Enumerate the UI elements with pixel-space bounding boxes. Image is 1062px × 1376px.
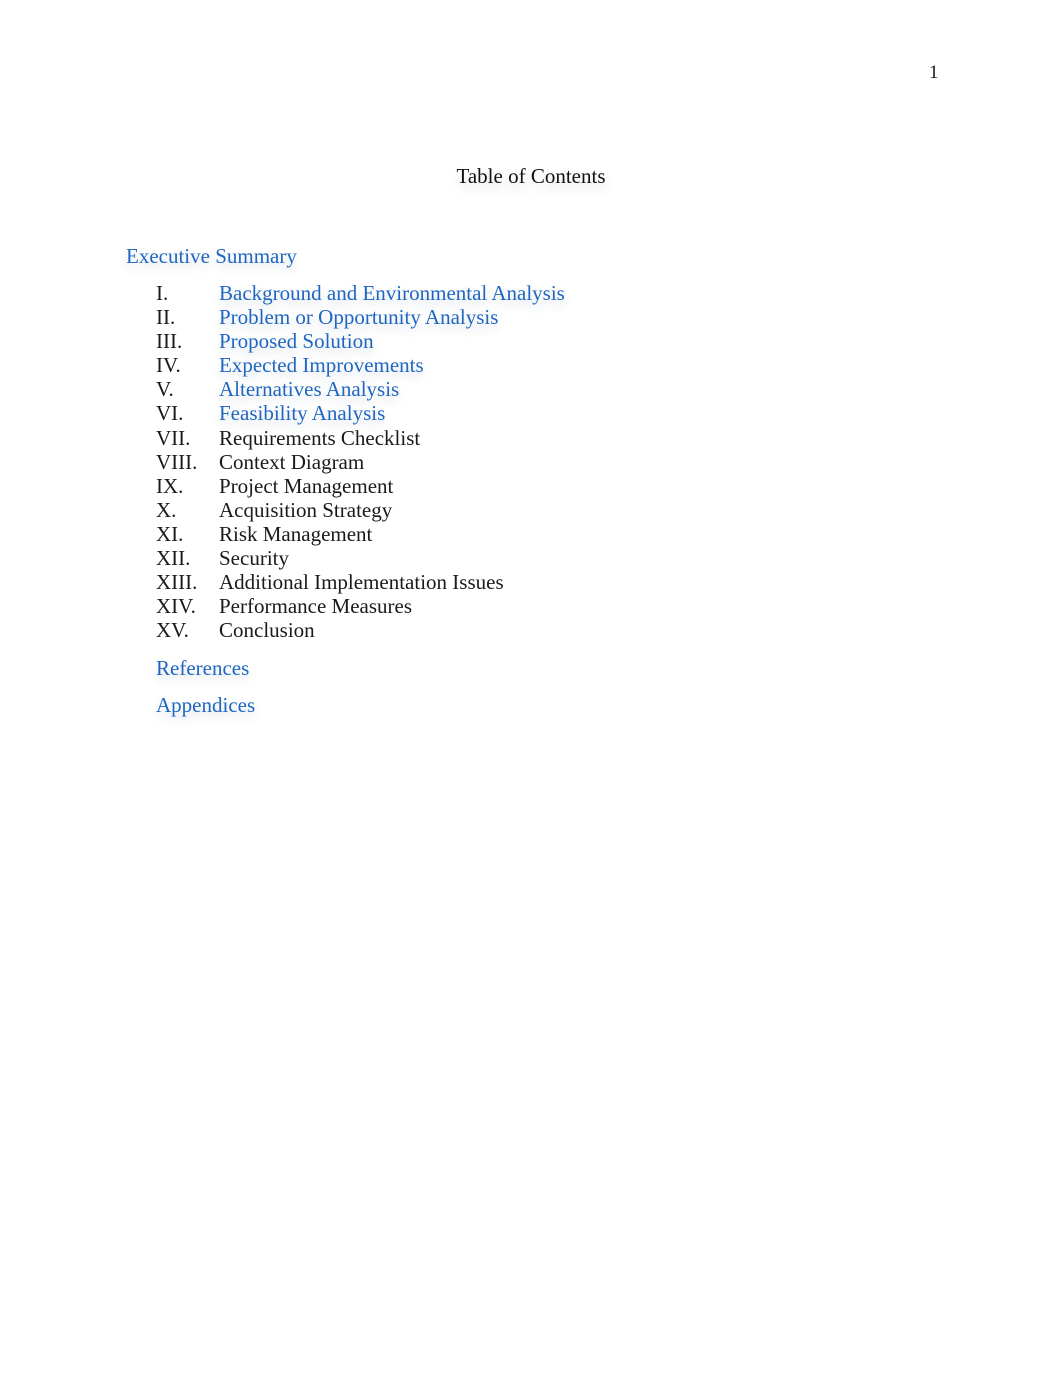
toc-link-references[interactable]: References: [156, 655, 249, 681]
toc-entry-project-management: Project Management: [219, 473, 394, 498]
toc-row: X. Acquisition Strategy: [156, 498, 565, 522]
section-numeral: IX.: [156, 473, 184, 498]
toc-entry-performance-measures: Performance Measures: [219, 594, 412, 619]
toc-row: V. Alternatives Analysis: [156, 377, 565, 401]
toc-row: IX. Project Management: [156, 474, 565, 498]
section-numeral: III.: [156, 329, 183, 354]
section-numeral: XI.: [156, 521, 184, 546]
toc-link-problem-analysis[interactable]: Problem or Opportunity Analysis: [219, 305, 498, 329]
toc-entry-security: Security: [219, 546, 289, 571]
section-numeral: XII.: [156, 546, 191, 571]
section-numeral: IV.: [156, 353, 181, 378]
page-number: 1: [929, 62, 939, 83]
section-numeral: XIV.: [156, 594, 196, 619]
toc-entry-context-diagram: Context Diagram: [219, 449, 365, 474]
toc-row: VI. Feasibility Analysis: [156, 401, 565, 425]
section-numeral: II.: [156, 305, 176, 330]
toc-row: IV. Expected Improvements: [156, 353, 565, 377]
section-numeral: VIII.: [156, 449, 198, 474]
toc-title-container: Table of Contents: [0, 163, 1062, 189]
toc-link-background[interactable]: Background and Environmental Analysis: [219, 281, 565, 305]
section-numeral: X.: [156, 497, 177, 522]
toc-section-list: I. Background and Environmental Analysis…: [156, 281, 565, 642]
toc-row: VII. Requirements Checklist: [156, 426, 565, 450]
section-numeral: I.: [156, 281, 169, 305]
toc-row: I. Background and Environmental Analysis: [156, 281, 565, 305]
toc-row: XI. Risk Management: [156, 522, 565, 546]
toc-entry-additional-implementation-issues: Additional Implementation Issues: [219, 570, 504, 595]
section-numeral: XV.: [156, 618, 189, 643]
toc-link-proposed-solution[interactable]: Proposed Solution: [219, 329, 374, 353]
toc-entry-risk-management: Risk Management: [219, 521, 373, 546]
toc-link-expected-improvements[interactable]: Expected Improvements: [219, 353, 424, 377]
toc-row: VIII. Context Diagram: [156, 450, 565, 474]
toc-row: XII. Security: [156, 546, 565, 570]
toc-row: II. Problem or Opportunity Analysis: [156, 305, 565, 329]
section-numeral: VII.: [156, 425, 191, 450]
toc-row: XIV. Performance Measures: [156, 594, 565, 618]
toc-entry-conclusion: Conclusion: [219, 618, 315, 643]
toc-row: III. Proposed Solution: [156, 329, 565, 353]
toc-link-feasibility-analysis[interactable]: Feasibility Analysis: [219, 401, 385, 425]
section-numeral: V.: [156, 377, 174, 402]
toc-link-alternatives-analysis[interactable]: Alternatives Analysis: [219, 377, 399, 401]
toc-link-appendices[interactable]: Appendices: [156, 692, 255, 718]
toc-entry-requirements-checklist: Requirements Checklist: [219, 425, 421, 450]
section-numeral: VI.: [156, 401, 184, 426]
toc-link-executive-summary[interactable]: Executive Summary: [126, 243, 297, 269]
page-title: Table of Contents: [456, 164, 606, 188]
toc-entry-acquisition-strategy: Acquisition Strategy: [219, 497, 393, 522]
section-numeral: XIII.: [156, 570, 198, 595]
toc-row: XV. Conclusion: [156, 618, 565, 642]
toc-row: XIII. Additional Implementation Issues: [156, 570, 565, 594]
